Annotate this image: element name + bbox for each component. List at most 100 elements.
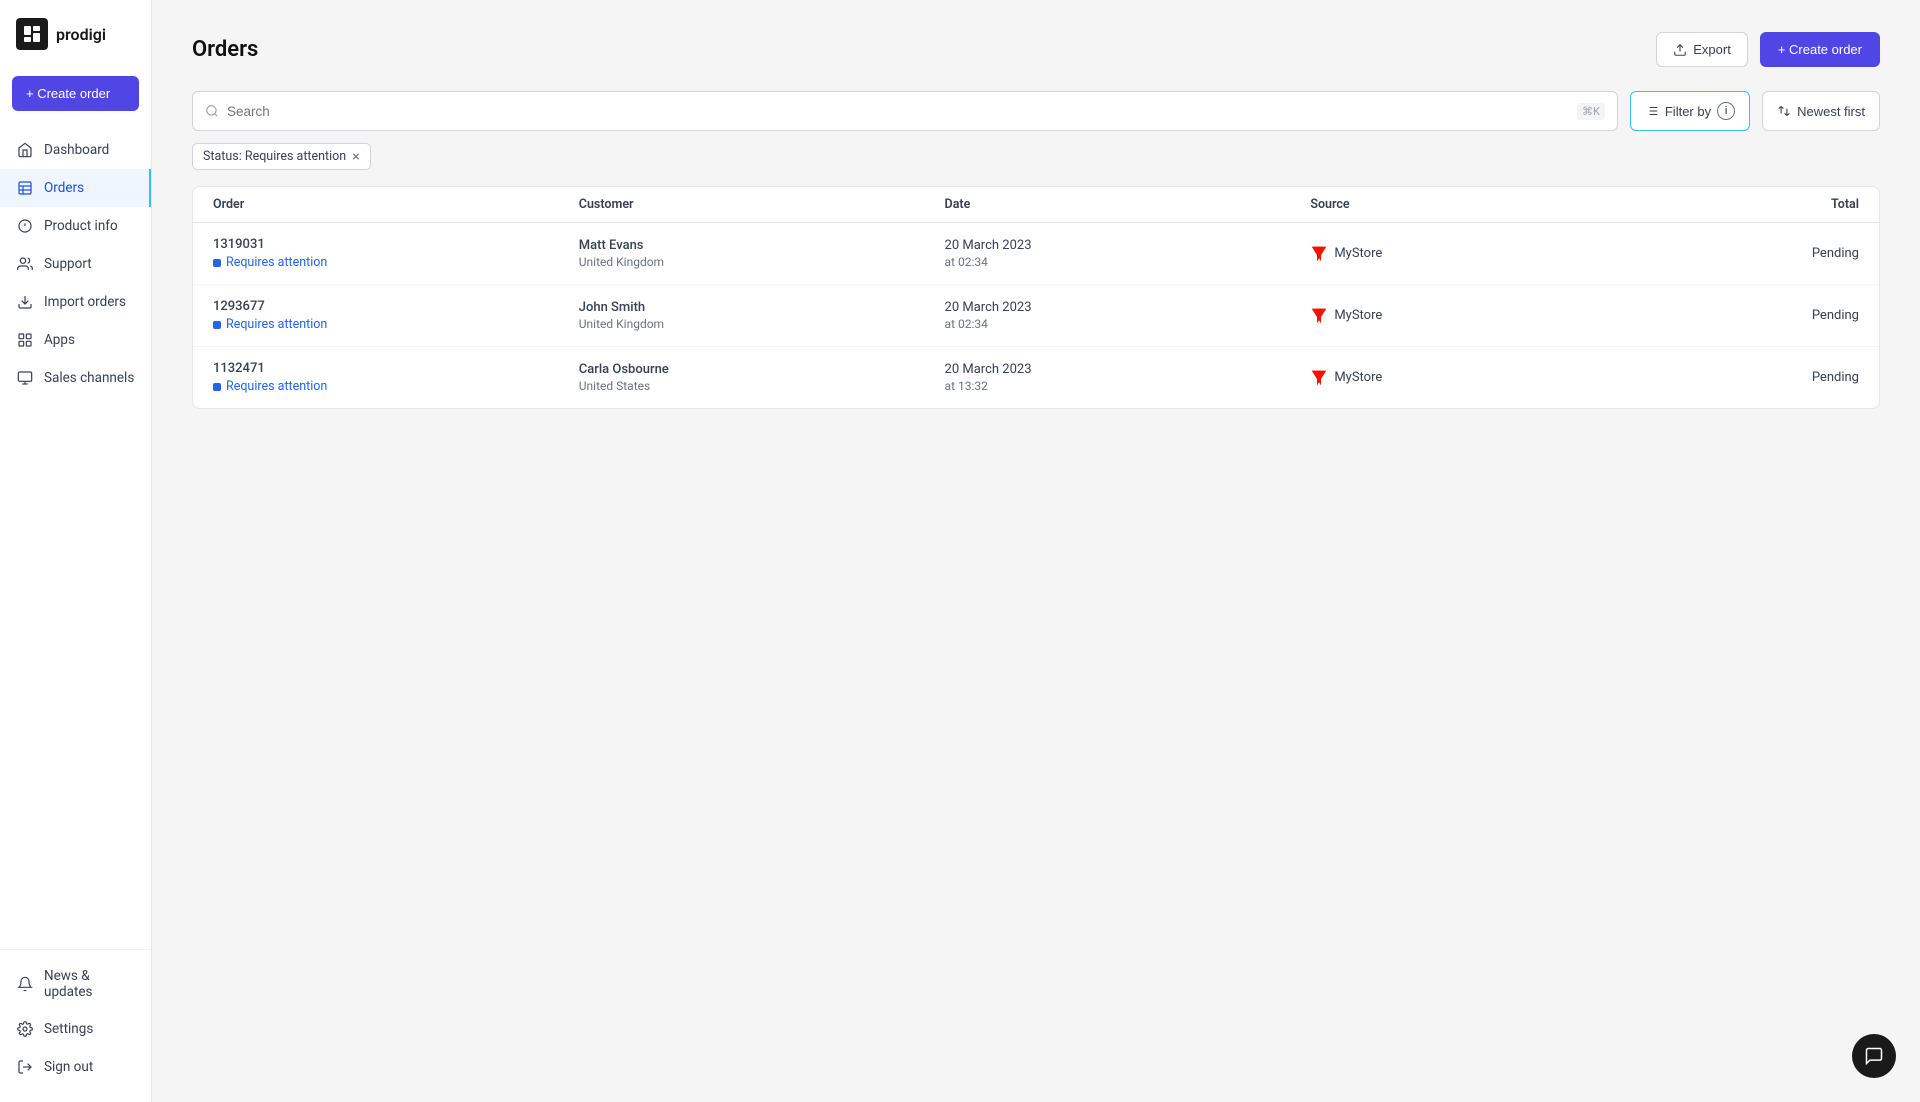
chat-bubble-button[interactable]: [1852, 1034, 1896, 1078]
signout-icon: [16, 1058, 34, 1076]
sidebar-item-label: Dashboard: [44, 142, 109, 158]
status-label: Requires attention: [226, 317, 327, 332]
page-header: Orders Export + Create order: [192, 32, 1880, 67]
filter-tag-label: Status: Requires attention: [203, 149, 346, 164]
adobe-icon: [1310, 369, 1328, 387]
source-cell: MyStore: [1310, 245, 1676, 263]
create-order-sidebar-button[interactable]: + Create order: [12, 76, 139, 111]
apps-icon: [16, 331, 34, 349]
date-cell: 20 March 2023 at 02:34: [945, 238, 1311, 269]
order-id-cell: 1319031 Requires attention: [213, 237, 579, 270]
status-dot: [213, 383, 221, 391]
col-header-date: Date: [945, 197, 1311, 212]
search-shortcut: ⌘K: [1577, 103, 1605, 120]
sidebar-item-label: Apps: [44, 332, 75, 348]
total-cell: Pending: [1676, 370, 1859, 385]
order-status[interactable]: Requires attention: [213, 317, 579, 332]
sidebar-item-import-orders[interactable]: Import orders: [0, 283, 151, 321]
order-number: 1132471: [213, 361, 579, 376]
customer-cell: Matt Evans United Kingdom: [579, 238, 945, 269]
filter-tag-remove[interactable]: ×: [352, 150, 359, 164]
sales-icon: [16, 369, 34, 387]
page-title: Orders: [192, 37, 258, 62]
col-header-source: Source: [1310, 197, 1676, 212]
sidebar-item-sales-channels[interactable]: Sales channels: [0, 359, 151, 397]
table-row[interactable]: 1132471 Requires attention Carla Osbourn…: [193, 347, 1879, 408]
search-box[interactable]: ⌘K: [192, 91, 1618, 131]
sidebar-item-label: Sales channels: [44, 370, 134, 386]
sidebar-item-label: Import orders: [44, 294, 126, 310]
col-header-order: Order: [213, 197, 579, 212]
total-cell: Pending: [1676, 246, 1859, 261]
bell-icon: [16, 975, 34, 993]
order-time: at 13:32: [945, 379, 1311, 393]
search-input[interactable]: [227, 104, 1569, 119]
filter-icon: [1645, 104, 1659, 118]
status-label: Requires attention: [226, 379, 327, 394]
order-number: 1319031: [213, 237, 579, 252]
filter-tag-status[interactable]: Status: Requires attention ×: [192, 143, 371, 170]
logo-icon: [16, 18, 48, 50]
order-status[interactable]: Requires attention: [213, 255, 579, 270]
logo-area: prodigi: [0, 0, 151, 68]
sidebar-item-apps[interactable]: Apps: [0, 321, 151, 359]
import-icon: [16, 293, 34, 311]
order-time: at 02:34: [945, 255, 1311, 269]
filter-tags: Status: Requires attention ×: [192, 143, 1880, 170]
order-date: 20 March 2023: [945, 362, 1311, 377]
col-header-total: Total: [1676, 197, 1859, 212]
order-number: 1293677: [213, 299, 579, 314]
sort-label: Newest first: [1797, 104, 1865, 119]
sort-button[interactable]: Newest first: [1762, 91, 1880, 131]
sidebar-item-orders[interactable]: Orders: [0, 169, 151, 207]
filter-by-label: Filter by: [1665, 104, 1711, 119]
col-header-customer: Customer: [579, 197, 945, 212]
support-icon: [16, 255, 34, 273]
orders-table: Order Customer Date Source Total 1319031…: [192, 186, 1880, 409]
gear-icon: [16, 1020, 34, 1038]
search-filter-row: ⌘K Filter by i Newest first: [192, 91, 1880, 131]
sidebar-item-settings[interactable]: Settings: [0, 1010, 151, 1048]
sidebar-item-label: Sign out: [44, 1059, 93, 1075]
sidebar-item-news-updates[interactable]: News & updates: [0, 958, 151, 1010]
order-status[interactable]: Requires attention: [213, 379, 579, 394]
product-icon: [16, 217, 34, 235]
customer-cell: Carla Osbourne United States: [579, 362, 945, 393]
source-label: MyStore: [1334, 370, 1382, 385]
sidebar-item-dashboard[interactable]: Dashboard: [0, 131, 151, 169]
customer-country: United States: [579, 379, 945, 393]
order-date: 20 March 2023: [945, 238, 1311, 253]
customer-name: Carla Osbourne: [579, 362, 945, 377]
status-dot: [213, 321, 221, 329]
sidebar-item-label: Settings: [44, 1021, 93, 1037]
header-actions: Export + Create order: [1656, 32, 1880, 67]
sidebar-item-label: News & updates: [44, 968, 135, 1000]
customer-cell: John Smith United Kingdom: [579, 300, 945, 331]
order-time: at 02:34: [945, 317, 1311, 331]
sidebar-item-support[interactable]: Support: [0, 245, 151, 283]
create-order-header-button[interactable]: + Create order: [1760, 32, 1880, 67]
customer-name: John Smith: [579, 300, 945, 315]
orders-icon: [16, 179, 34, 197]
export-button[interactable]: Export: [1656, 32, 1748, 67]
filter-by-button[interactable]: Filter by i: [1630, 91, 1750, 131]
table-row[interactable]: 1319031 Requires attention Matt Evans Un…: [193, 223, 1879, 285]
status-dot: [213, 259, 221, 267]
order-id-cell: 1132471 Requires attention: [213, 361, 579, 394]
sidebar-item-sign-out[interactable]: Sign out: [0, 1048, 151, 1086]
brand-name: prodigi: [56, 25, 106, 44]
filter-info-icon: i: [1717, 102, 1735, 120]
total-cell: Pending: [1676, 308, 1859, 323]
status-label: Requires attention: [226, 255, 327, 270]
chat-icon: [1864, 1046, 1884, 1066]
main-content: Orders Export + Create order ⌘K: [152, 0, 1920, 1102]
customer-name: Matt Evans: [579, 238, 945, 253]
table-row[interactable]: 1293677 Requires attention John Smith Un…: [193, 285, 1879, 347]
sidebar-item-label: Product info: [44, 218, 118, 234]
source-cell: MyStore: [1310, 307, 1676, 325]
adobe-icon: [1310, 307, 1328, 325]
customer-country: United Kingdom: [579, 255, 945, 269]
table-header: Order Customer Date Source Total: [193, 187, 1879, 223]
sidebar-item-product-info[interactable]: Product info: [0, 207, 151, 245]
source-label: MyStore: [1334, 246, 1382, 261]
